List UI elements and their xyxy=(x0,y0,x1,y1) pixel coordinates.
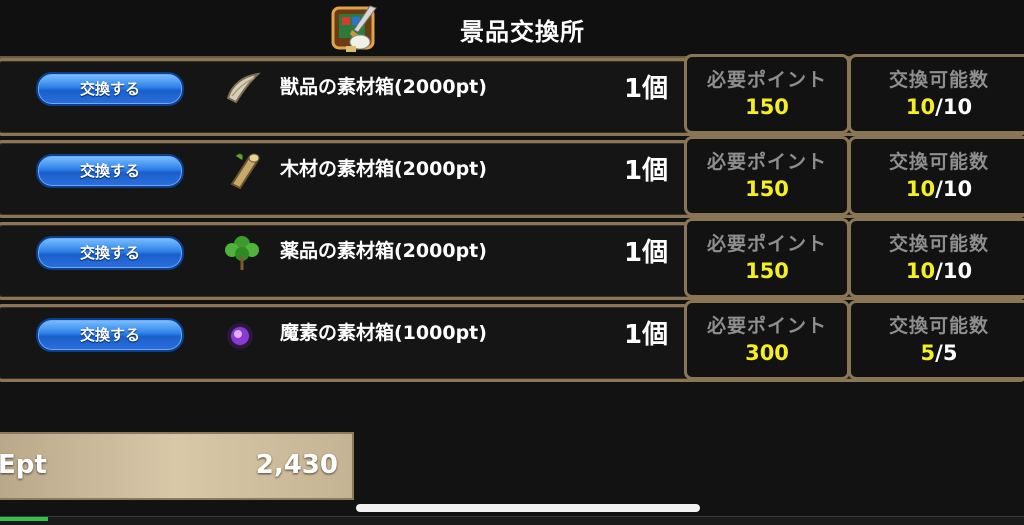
exchangeable-label: 交換可能数 xyxy=(888,315,989,337)
exchangeable-value: 10/10 xyxy=(851,259,1024,283)
horn-icon xyxy=(222,66,262,108)
bottom-indicator xyxy=(0,517,48,521)
exchangeable-value: 5/5 xyxy=(851,341,1024,365)
list-item: 交換する 木材の素材箱(2000pt) 1個 必要ポイント 150 交換可能数 … xyxy=(0,136,1024,218)
exchange-button[interactable]: 交換する xyxy=(36,318,184,352)
exchangeable-panel: 交換可能数 10/10 xyxy=(848,54,1024,134)
item-name: 木材の素材箱(2000pt) xyxy=(280,158,487,180)
required-points-panel: 必要ポイント 150 xyxy=(684,218,850,298)
item-quantity: 1個 xyxy=(624,156,669,186)
magic-orb-icon xyxy=(222,312,262,354)
total-count: /10 xyxy=(935,177,973,201)
exchangeable-label: 交換可能数 xyxy=(888,151,989,173)
required-points-label: 必要ポイント xyxy=(706,233,827,255)
item-name: 魔素の素材箱(1000pt) xyxy=(280,322,487,344)
page-title: 景品交換所 xyxy=(460,18,585,46)
item-quantity: 1個 xyxy=(624,320,669,350)
required-points-label: 必要ポイント xyxy=(706,315,827,337)
remaining-count: 10 xyxy=(905,95,936,119)
points-label: Ept xyxy=(0,450,47,480)
exchange-button[interactable]: 交換する xyxy=(36,236,184,270)
exchangeable-label: 交換可能数 xyxy=(888,233,989,255)
total-count: /5 xyxy=(935,341,958,365)
points-balance-box: Ept 2,430 xyxy=(0,432,354,500)
exchangeable-panel: 交換可能数 5/5 xyxy=(848,300,1024,380)
home-indicator[interactable] xyxy=(356,504,700,512)
required-points-panel: 必要ポイント 150 xyxy=(684,54,850,134)
total-count: /10 xyxy=(935,259,973,283)
required-points-panel: 必要ポイント 300 xyxy=(684,300,850,380)
exchangeable-panel: 交換可能数 10/10 xyxy=(848,136,1024,216)
list-item: 交換する 魔素の素材箱(1000pt) 1個 必要ポイント 300 交換可能数 … xyxy=(0,300,1024,382)
sword-shop-icon xyxy=(330,2,380,54)
points-value: 2,430 xyxy=(255,450,338,480)
herb-leaf-icon xyxy=(222,230,262,272)
remaining-count: 5 xyxy=(920,341,936,365)
required-points-label: 必要ポイント xyxy=(706,69,827,91)
list-item: 交換する 獣品の素材箱(2000pt) 1個 必要ポイント 150 交換可能数 … xyxy=(0,54,1024,136)
list-item: 交換する 薬品の素材箱(2000pt) 1個 必要ポイント 150 交換可能数 … xyxy=(0,218,1024,300)
exchangeable-panel: 交換可能数 10/10 xyxy=(848,218,1024,298)
item-name: 獣品の素材箱(2000pt) xyxy=(280,76,487,98)
required-points-value: 150 xyxy=(745,259,789,283)
required-points-label: 必要ポイント xyxy=(706,151,827,173)
header-bar: 景品交換所 xyxy=(0,0,1024,58)
remaining-count: 10 xyxy=(905,259,936,283)
required-points-value: 150 xyxy=(745,95,789,119)
exchangeable-label: 交換可能数 xyxy=(888,69,989,91)
wood-log-icon xyxy=(222,148,262,190)
required-points-value: 300 xyxy=(745,341,789,365)
exchange-button[interactable]: 交換する xyxy=(36,72,184,106)
required-points-panel: 必要ポイント 150 xyxy=(684,136,850,216)
item-name: 薬品の素材箱(2000pt) xyxy=(280,240,487,262)
exchange-button[interactable]: 交換する xyxy=(36,154,184,188)
item-quantity: 1個 xyxy=(624,74,669,104)
total-count: /10 xyxy=(935,95,973,119)
exchangeable-value: 10/10 xyxy=(851,177,1024,201)
required-points-value: 150 xyxy=(745,177,789,201)
remaining-count: 10 xyxy=(905,177,936,201)
item-quantity: 1個 xyxy=(624,238,669,268)
exchangeable-value: 10/10 xyxy=(851,95,1024,119)
